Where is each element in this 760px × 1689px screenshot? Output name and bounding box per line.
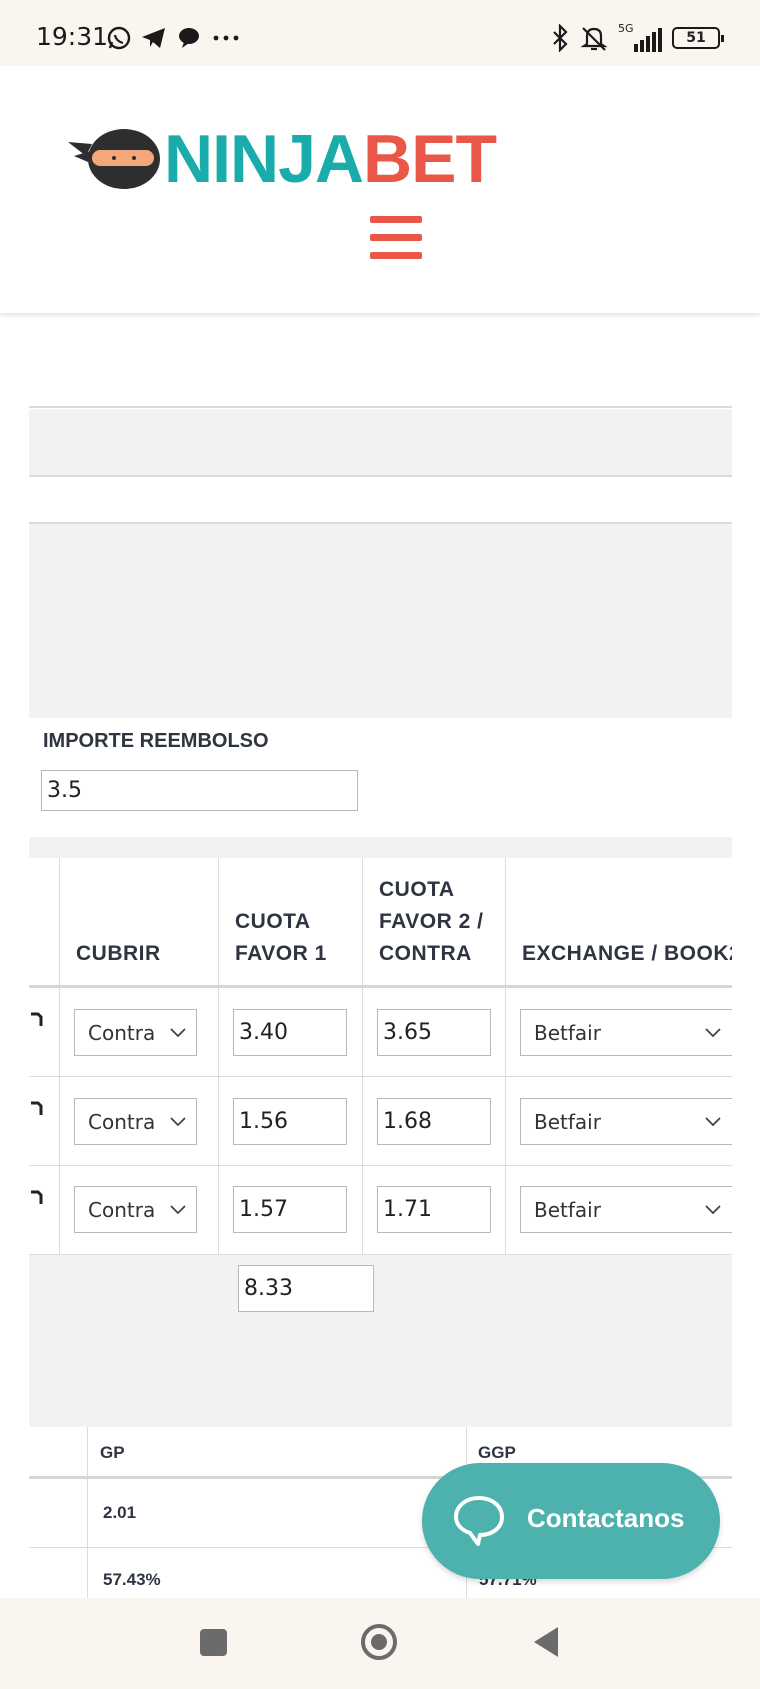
divider bbox=[29, 475, 732, 477]
whatsapp-icon bbox=[107, 26, 131, 50]
mute-bell-icon bbox=[580, 27, 608, 51]
grey-panel bbox=[29, 524, 732, 718]
results-gp-percent: 57.43% bbox=[103, 1570, 161, 1589]
battery-icon: 51 bbox=[672, 27, 724, 49]
cuota-favor1-input[interactable]: 1.57 bbox=[233, 1186, 347, 1233]
chat-icon bbox=[179, 28, 199, 48]
chevron-down-icon bbox=[170, 1028, 186, 1038]
telegram-icon bbox=[142, 28, 165, 48]
cubrir-select[interactable]: Contra bbox=[74, 1009, 197, 1056]
hamburger-menu-icon[interactable] bbox=[370, 216, 422, 260]
contact-button-label: Contactanos bbox=[527, 1503, 685, 1533]
row-handle-icon bbox=[31, 1012, 43, 1026]
cuota-favor2-input[interactable]: 1.68 bbox=[377, 1098, 491, 1145]
back-icon[interactable] bbox=[531, 1625, 561, 1659]
row-handle-icon bbox=[31, 1190, 43, 1204]
more-icon bbox=[213, 35, 239, 41]
logo-text-bet: BET bbox=[363, 121, 497, 197]
exchange-select[interactable]: Betfair bbox=[520, 1186, 732, 1233]
cubrir-select-value: Contra bbox=[88, 1020, 156, 1045]
refund-label: IMPORTE REEMBOLSO bbox=[43, 730, 269, 752]
column-divider bbox=[59, 858, 60, 1255]
ninja-mascot-icon bbox=[68, 129, 160, 189]
chevron-down-icon bbox=[705, 1117, 721, 1127]
header-exchange: EXCHANGE / BOOK2 bbox=[522, 942, 732, 965]
exchange-select-value: Betfair bbox=[534, 1020, 601, 1045]
totals-panel bbox=[29, 1255, 732, 1427]
cubrir-select[interactable]: Contra bbox=[74, 1186, 197, 1233]
header-cuota-favor2-line3: CONTRA bbox=[379, 942, 472, 965]
site-header: NINJA BET bbox=[0, 66, 760, 313]
odds-table: CUBRIR CUOTA FAVOR 1 CUOTA FAVOR 2 / CON… bbox=[29, 858, 732, 1255]
chevron-down-icon bbox=[705, 1205, 721, 1215]
cubrir-select-value: Contra bbox=[88, 1197, 156, 1222]
header-cuota-favor2-line1: CUOTA bbox=[379, 878, 455, 901]
chat-bubble-icon bbox=[454, 1496, 504, 1546]
header-cubrir: CUBRIR bbox=[76, 942, 161, 965]
notification-icons bbox=[106, 24, 244, 52]
chevron-down-icon bbox=[170, 1205, 186, 1215]
bluetooth-icon bbox=[553, 24, 568, 52]
chevron-down-icon bbox=[170, 1117, 186, 1127]
recent-apps-icon[interactable] bbox=[200, 1629, 227, 1656]
chevron-down-icon bbox=[705, 1028, 721, 1038]
column-divider bbox=[505, 858, 506, 1255]
home-icon[interactable] bbox=[359, 1622, 399, 1662]
cubrir-select-value: Contra bbox=[88, 1109, 156, 1134]
header-cuota-favor1-line2: FAVOR 1 bbox=[235, 942, 327, 965]
total-input[interactable]: 8.33 bbox=[238, 1265, 374, 1312]
cubrir-select[interactable]: Contra bbox=[74, 1098, 197, 1145]
logo-text-ninja: NINJA bbox=[164, 121, 364, 197]
ninjabet-logo[interactable]: NINJA BET bbox=[66, 121, 497, 197]
system-icons: 5G 51 bbox=[550, 22, 724, 54]
android-nav-bar bbox=[0, 1598, 760, 1689]
exchange-select-value: Betfair bbox=[534, 1109, 601, 1134]
status-bar: 19:31 5G 51 bbox=[0, 0, 760, 76]
exchange-select[interactable]: Betfair bbox=[520, 1009, 732, 1056]
grey-row bbox=[29, 409, 732, 475]
column-divider bbox=[362, 858, 363, 1255]
exchange-select-value: Betfair bbox=[534, 1197, 601, 1222]
cuota-favor1-input[interactable]: 1.56 bbox=[233, 1098, 347, 1145]
cuota-favor2-input[interactable]: 3.65 bbox=[377, 1009, 491, 1056]
row-divider bbox=[29, 1165, 732, 1166]
cuota-favor1-input[interactable]: 3.40 bbox=[233, 1009, 347, 1056]
header-cuota-favor2-line2: FAVOR 2 / bbox=[379, 910, 484, 933]
status-time: 19:31 bbox=[36, 22, 109, 51]
header-divider bbox=[29, 985, 732, 988]
row-divider bbox=[29, 1076, 732, 1077]
column-divider bbox=[87, 1427, 88, 1598]
network-type: 5G bbox=[618, 22, 634, 35]
results-header-ggp: GGP bbox=[478, 1443, 516, 1462]
results-header-gp: GP bbox=[100, 1443, 125, 1462]
header-cuota-favor1-line1: CUOTA bbox=[235, 910, 311, 933]
signal-icon: 5G bbox=[618, 22, 662, 52]
grey-strip bbox=[29, 837, 732, 859]
contact-button[interactable]: Contactanos bbox=[422, 1463, 720, 1579]
column-divider bbox=[218, 858, 219, 1255]
exchange-select[interactable]: Betfair bbox=[520, 1098, 732, 1145]
divider bbox=[29, 406, 732, 408]
row-handle-icon bbox=[31, 1101, 43, 1115]
refund-input[interactable]: 3.5 bbox=[41, 770, 358, 811]
results-gp-value: 2.01 bbox=[103, 1503, 137, 1522]
cuota-favor2-input[interactable]: 1.71 bbox=[377, 1186, 491, 1233]
